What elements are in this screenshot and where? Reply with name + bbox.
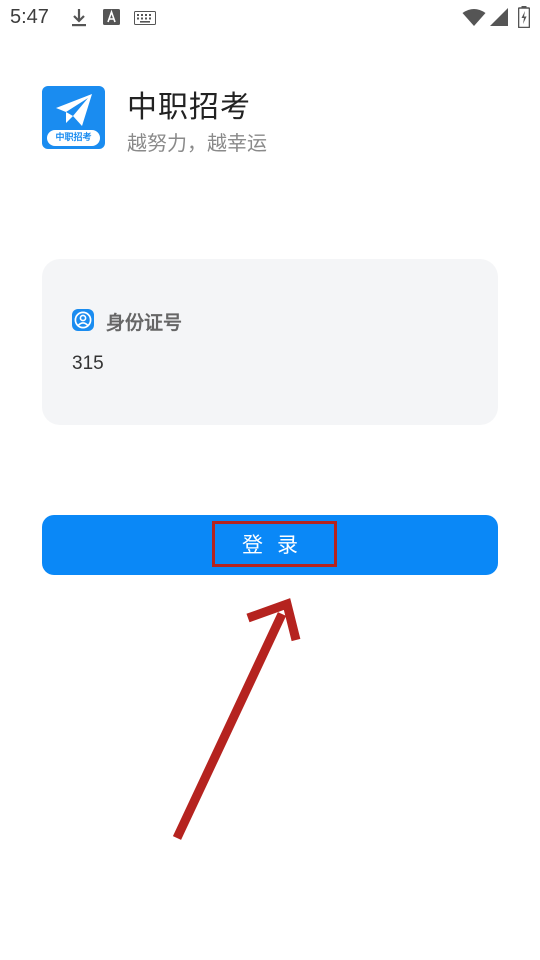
status-time: 5:47 [10,6,49,28]
id-number-input[interactable] [72,349,468,379]
app-logo: 中职招考 [42,86,105,149]
signal-icon [490,8,508,26]
battery-charging-icon [518,6,530,28]
user-icon [72,309,94,331]
status-bar: 5:47 [0,0,540,36]
text-a-icon [103,9,120,25]
wifi-icon [462,9,486,26]
download-icon [72,9,86,27]
keyboard-icon [134,11,156,25]
paper-plane-icon [56,94,92,126]
login-screen: 5:47 中职招考 中职招考 越努力，越幸运 身份证号 315 登录 [0,0,540,960]
id-number-label: 身份证号 [106,312,183,334]
logo-caption: 中职招考 [47,130,100,146]
annotation-highlight-box [212,521,337,567]
id-number-panel: 身份证号 [42,259,498,425]
app-slogan: 越努力，越幸运 [127,131,267,155]
app-title: 中职招考 [127,90,251,125]
